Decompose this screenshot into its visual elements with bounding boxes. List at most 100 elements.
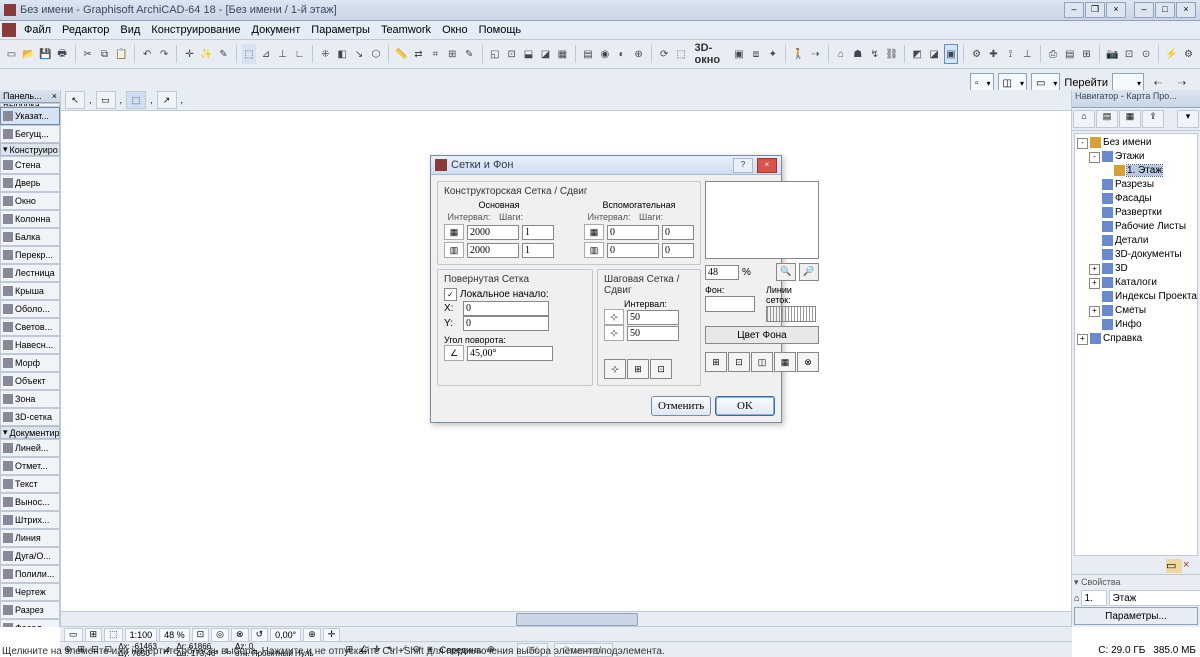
view3d-orbit-icon[interactable]: ⟳ (657, 44, 672, 64)
obj-a-icon[interactable]: ⌂ (833, 44, 848, 64)
props-params-button[interactable]: Параметры... (1074, 607, 1198, 625)
nav-view-icon[interactable]: ▤ (1096, 110, 1118, 128)
cam-a-icon[interactable]: 📷 (1105, 44, 1120, 64)
tree-node[interactable]: Фасады (1077, 192, 1195, 206)
scale-dropdown[interactable]: 1:100 (125, 628, 158, 642)
3d-c-icon[interactable]: ✦ (765, 44, 780, 64)
menu-Параметры[interactable]: Параметры (306, 23, 375, 37)
layer-b-icon[interactable]: ◉ (597, 44, 612, 64)
grid-vis-1-icon[interactable]: ⊞ (705, 352, 727, 372)
snap-4-icon[interactable]: ∟ (292, 44, 307, 64)
tool-b-icon[interactable]: ↘ (352, 44, 367, 64)
paste-icon[interactable]: 📋 (114, 44, 129, 64)
zoom-pct-input[interactable] (705, 265, 739, 280)
step-interval-2[interactable] (627, 326, 679, 341)
3d-a-icon[interactable]: ▣ (732, 44, 747, 64)
nav-new-icon[interactable]: ▭ (1166, 559, 1182, 573)
walk-a-icon[interactable]: 🚶 (791, 44, 806, 64)
vb-4[interactable]: ⊡ (192, 628, 210, 642)
undo-icon[interactable]: ↶ (140, 44, 155, 64)
props-num-input[interactable] (1081, 590, 1107, 606)
tool-Отмет...[interactable]: Отмет... (0, 457, 60, 475)
menu-Файл[interactable]: Файл (19, 23, 56, 37)
ext-d-icon[interactable]: ⊥ (1020, 44, 1035, 64)
lines-swatch[interactable] (766, 306, 816, 322)
main-interval-2[interactable] (467, 243, 519, 258)
rend-b-icon[interactable]: ◪ (927, 44, 942, 64)
restore-inner-button[interactable]: ❐ (1085, 2, 1105, 18)
brush-icon[interactable]: ✎ (216, 44, 231, 64)
infobar-arrow-icon[interactable]: ↖ (65, 91, 85, 109)
navigator-tree[interactable]: -Без имени-Этажи1. ЭтажРазрезыФасадыРазв… (1074, 133, 1198, 556)
grid-vis-5-icon[interactable]: ⊗ (797, 352, 819, 372)
menu-Вид[interactable]: Вид (115, 23, 145, 37)
tool-Указат...[interactable]: Указат... (0, 107, 60, 125)
ext-b-icon[interactable]: ✚ (986, 44, 1001, 64)
obj-c-icon[interactable]: ↯ (867, 44, 882, 64)
angle-display[interactable]: 0,00° (270, 628, 301, 642)
zoom-dropdown[interactable]: 48 % (159, 628, 190, 642)
rot-angle-input[interactable] (467, 346, 553, 361)
tree-node[interactable]: Разрезы (1077, 178, 1195, 192)
infobar-sel-icon[interactable]: ⬚ (126, 91, 146, 109)
tree-node[interactable]: +Каталоги (1077, 276, 1195, 290)
cam-c-icon[interactable]: ⊙ (1139, 44, 1154, 64)
tree-node[interactable]: Детали (1077, 234, 1195, 248)
nav-map-icon[interactable]: ⌂ (1073, 110, 1095, 128)
view-b-icon[interactable]: ⊡ (504, 44, 519, 64)
tree-node[interactable]: -Этажи (1077, 150, 1195, 164)
aux-interval-2[interactable] (607, 243, 659, 258)
pick-icon[interactable]: ✛ (182, 44, 197, 64)
tool-Перекр...[interactable]: Перекр... (0, 246, 60, 264)
tool-Морф[interactable]: Морф (0, 354, 60, 372)
tree-node[interactable]: Развертки (1077, 206, 1195, 220)
grid-vis-3-icon[interactable]: ◫ (751, 352, 773, 372)
view-d-icon[interactable]: ◪ (538, 44, 553, 64)
tool-Полили...[interactable]: Полили... (0, 565, 60, 583)
tool-Зона[interactable]: Зона (0, 390, 60, 408)
tree-node[interactable]: +3D (1077, 262, 1195, 276)
redo-icon[interactable]: ↷ (157, 44, 172, 64)
3d-b-icon[interactable]: ⧈ (748, 44, 763, 64)
menu-Редактор[interactable]: Редактор (57, 23, 114, 37)
rend-c-icon[interactable]: ▣ (944, 44, 959, 64)
grid-mode-1-icon[interactable]: ⊹ (604, 359, 626, 379)
nav-del-icon[interactable]: × (1183, 559, 1199, 573)
view-c-icon[interactable]: ⬓ (521, 44, 536, 64)
tool-Дверь[interactable]: Дверь (0, 174, 60, 192)
tool-3D-сетка[interactable]: 3D-сетка (0, 408, 60, 426)
dialog-ok-button[interactable]: OK (715, 396, 775, 416)
aux-step-2[interactable] (662, 243, 694, 258)
layer-a-icon[interactable]: ▤ (580, 44, 595, 64)
close-button[interactable]: × (1176, 2, 1196, 18)
tool-Чертеж[interactable]: Чертеж (0, 583, 60, 601)
vb-8[interactable]: ⊕ (303, 628, 321, 642)
bg-color-button[interactable]: Цвет Фона (705, 326, 819, 344)
nav-opts-icon[interactable]: ▾ (1177, 110, 1199, 128)
tool-Светов...[interactable]: Светов... (0, 318, 60, 336)
obj-b-icon[interactable]: ☗ (850, 44, 865, 64)
minimize-button[interactable]: – (1134, 2, 1154, 18)
tool-Линей...[interactable]: Линей... (0, 439, 60, 457)
tree-node[interactable]: 1. Этаж (1077, 164, 1195, 178)
main-step-2[interactable] (522, 243, 554, 258)
snap-3-icon[interactable]: ⊥ (275, 44, 290, 64)
vb-7[interactable]: ↺ (251, 628, 269, 642)
tool-Лестница[interactable]: Лестница (0, 264, 60, 282)
vb-9[interactable]: ✛ (323, 628, 341, 642)
construct-section[interactable]: ▾Конструиро (0, 143, 60, 156)
grid-vis-4-icon[interactable]: ▦ (774, 352, 796, 372)
print-icon[interactable]: 🖶 (55, 44, 70, 64)
menu-Окно[interactable]: Окно (437, 23, 473, 37)
props-name-input[interactable] (1109, 590, 1200, 606)
rot-x-input[interactable] (463, 301, 549, 316)
tool-Оболо...[interactable]: Оболо... (0, 300, 60, 318)
zoom-in-button[interactable]: 🔍 (776, 263, 796, 281)
save-icon[interactable]: 💾 (38, 44, 53, 64)
tool-Текст[interactable]: Текст (0, 475, 60, 493)
snap-1-icon[interactable]: ⬚ (242, 44, 257, 64)
bg-swatch[interactable] (705, 296, 755, 312)
tree-node[interactable]: +Сметы (1077, 304, 1195, 318)
main-interval-1[interactable] (467, 225, 519, 240)
toolbox-close-icon[interactable]: × (52, 91, 57, 101)
